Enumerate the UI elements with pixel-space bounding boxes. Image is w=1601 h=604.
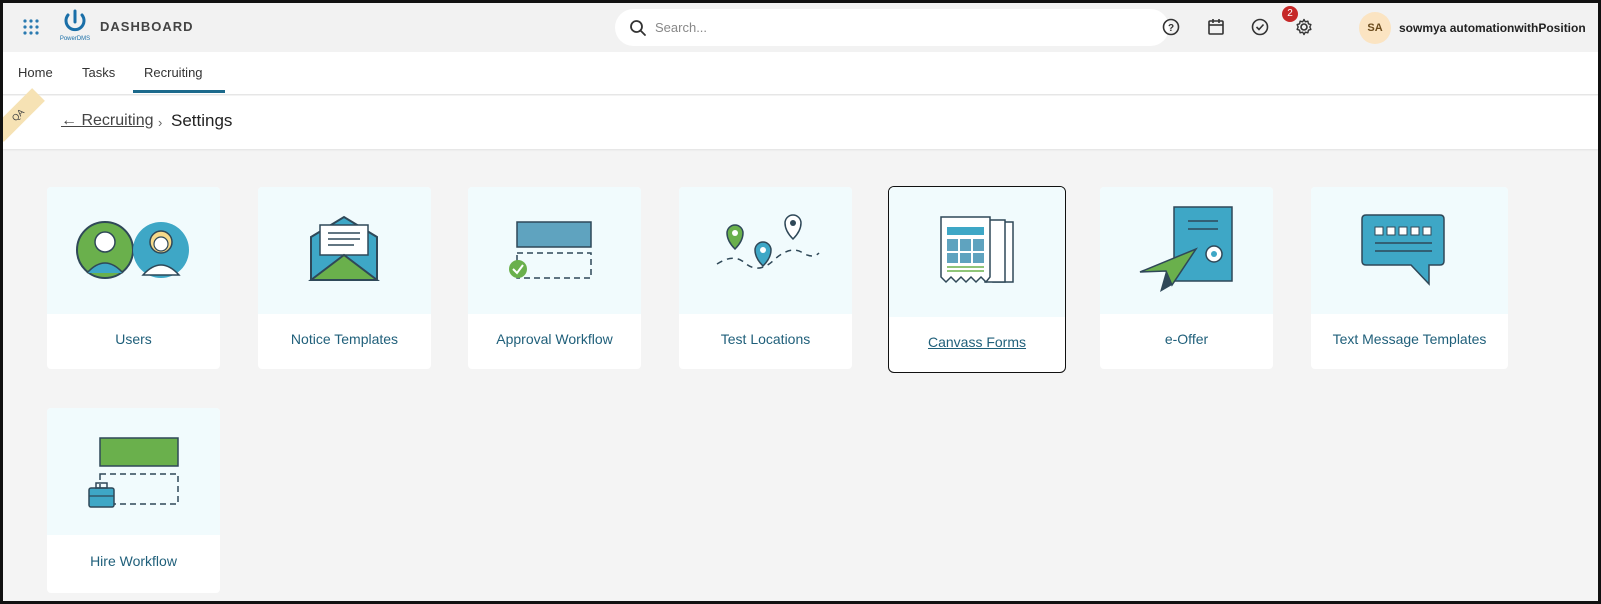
active-tab-indicator <box>133 90 225 93</box>
tasks-check-icon[interactable] <box>1250 17 1270 37</box>
tab-recruiting[interactable]: Recruiting <box>144 65 203 80</box>
chat-bubble-icon <box>1361 214 1445 286</box>
breadcrumb-separator: › <box>158 115 163 130</box>
settings-card-canvass-forms[interactable]: Canvass Forms <box>888 186 1066 373</box>
card-label: Users <box>115 331 152 347</box>
user-name[interactable]: sowmya automationwithPosition <box>1399 21 1586 35</box>
avatar[interactable]: SA <box>1359 12 1391 44</box>
settings-card-approval-workflow[interactable]: Approval Workflow <box>468 187 641 369</box>
help-icon[interactable]: ? <box>1161 17 1181 37</box>
card-label: Hire Workflow <box>90 553 177 569</box>
apps-grid-icon[interactable] <box>21 16 43 38</box>
tab-home[interactable]: Home <box>18 65 53 80</box>
settings-card-text-message-templates[interactable]: Text Message Templates <box>1311 187 1508 369</box>
users-icon <box>76 221 189 279</box>
back-arrow-icon: ← <box>61 112 77 129</box>
card-label: Test Locations <box>720 331 811 347</box>
certificate-icon <box>1139 206 1233 292</box>
settings-card-test-locations[interactable]: Test Locations <box>679 187 852 369</box>
settings-card-e-offer[interactable]: e-Offer <box>1100 187 1273 369</box>
tab-tasks[interactable]: Tasks <box>82 65 115 80</box>
search-icon <box>630 19 646 36</box>
page-title: Settings <box>171 111 233 130</box>
envelope-icon <box>308 215 380 281</box>
card-label: Canvass Forms <box>927 334 1027 350</box>
search-input[interactable] <box>655 20 1135 35</box>
hire-workflow-icon <box>88 437 179 508</box>
card-label: Approval Workflow <box>496 331 613 347</box>
card-label: Text Message Templates <box>1332 331 1487 347</box>
settings-card-notice-templates[interactable]: Notice Templates <box>258 187 431 369</box>
map-pins-icon <box>716 214 820 269</box>
logo-text: PowerDMS <box>59 36 91 42</box>
app-title[interactable]: DASHBOARD <box>100 19 194 34</box>
card-label: Notice Templates <box>290 331 399 347</box>
page-header: QA ← Recruiting › Settings <box>0 88 1598 149</box>
search-box[interactable] <box>615 9 1169 46</box>
powerdms-logo[interactable]: PowerDMS <box>55 9 95 47</box>
svg-text:?: ? <box>1168 23 1174 34</box>
settings-icon[interactable] <box>1294 17 1314 37</box>
card-label: e-Offer <box>1164 331 1209 347</box>
forms-icon <box>940 216 1014 284</box>
environment-ribbon: QA <box>0 88 45 142</box>
settings-card-hire-workflow[interactable]: Hire Workflow <box>47 408 220 593</box>
main-nav: Home Tasks Recruiting <box>3 52 1598 95</box>
top-bar: PowerDMS DASHBOARD ? 2 <box>3 3 1598 52</box>
approval-workflow-icon <box>509 221 592 279</box>
breadcrumb-back-link[interactable]: ← Recruiting <box>61 112 153 130</box>
settings-card-users[interactable]: Users <box>47 187 220 369</box>
breadcrumb-back-label: Recruiting <box>81 112 154 129</box>
calendar-icon[interactable] <box>1206 17 1226 37</box>
